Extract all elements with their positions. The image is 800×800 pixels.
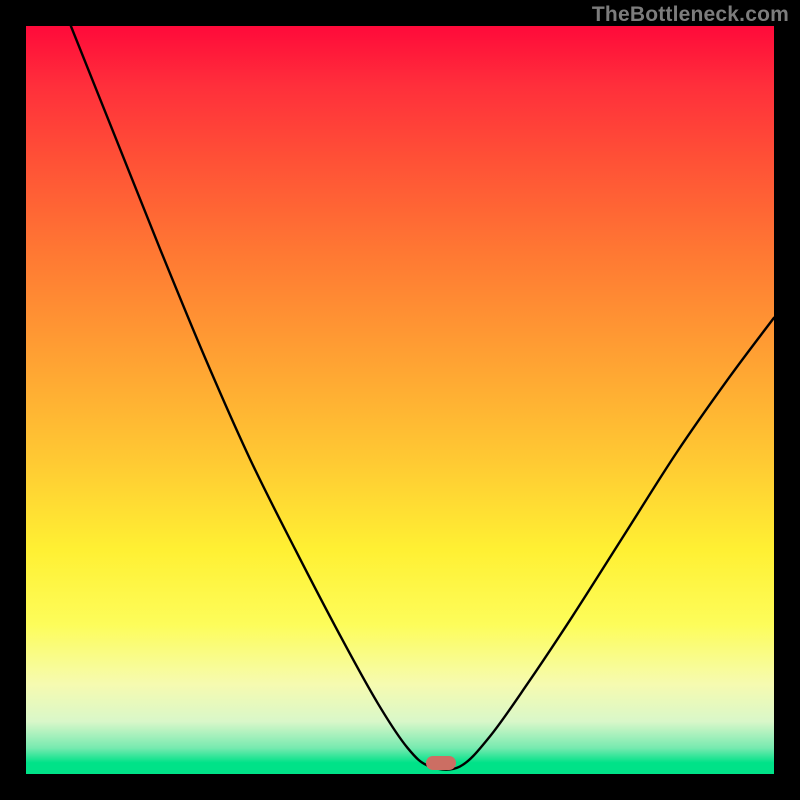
watermark-text: TheBottleneck.com (592, 3, 789, 27)
chart-frame: TheBottleneck.com (0, 0, 800, 800)
optimum-marker (426, 756, 456, 770)
plot-area (26, 26, 774, 774)
bottleneck-curve (26, 26, 774, 774)
curve-path (71, 26, 774, 770)
